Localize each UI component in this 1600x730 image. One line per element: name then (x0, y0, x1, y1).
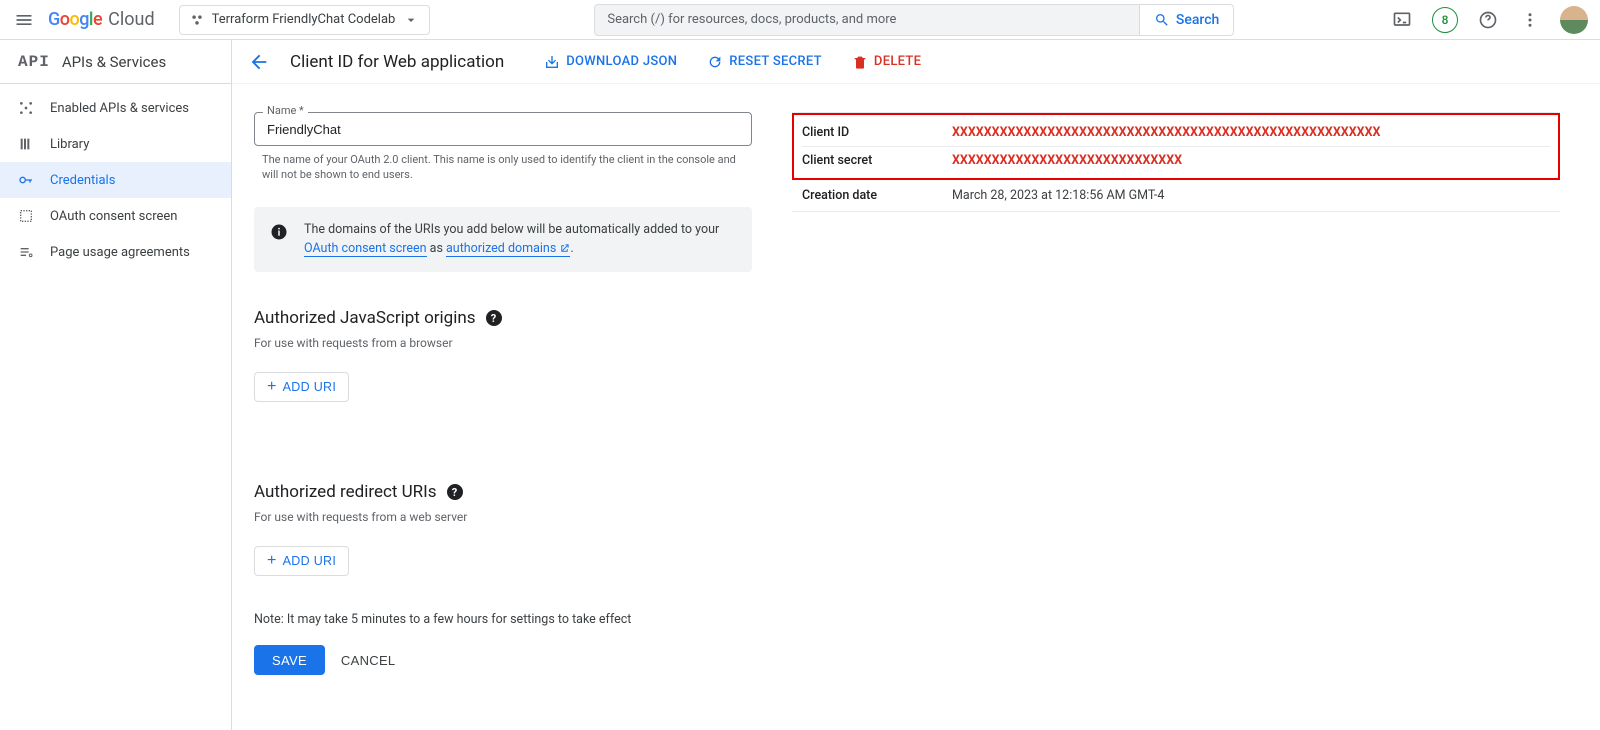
project-icon (190, 13, 204, 27)
save-button[interactable]: SAVE (254, 645, 325, 675)
search-input[interactable]: Search (/) for resources, docs, products… (594, 4, 1139, 36)
notification-count: 8 (1442, 13, 1449, 27)
oauth-consent-link[interactable]: OAuth consent screen (304, 241, 427, 257)
add-uri-button-js-origins[interactable]: + ADD URI (254, 372, 349, 402)
credentials-icon (18, 172, 34, 188)
client-id-row: Client ID XXXXXXXXXXXXXXXXXXXXXXXXXXXXXX… (802, 119, 1550, 146)
sidebar-item-label: Library (50, 137, 89, 152)
credentials-highlight-box: Client ID XXXXXXXXXXXXXXXXXXXXXXXXXXXXXX… (792, 113, 1560, 180)
logo-cloud-text: Cloud (108, 9, 154, 30)
add-uri-button-redirect[interactable]: + ADD URI (254, 546, 349, 576)
help-icon[interactable]: ? (447, 484, 463, 500)
main-content: Client ID for Web application DOWNLOAD J… (232, 40, 1600, 730)
page-usage-icon (18, 244, 34, 260)
client-secret-value: XXXXXXXXXXXXXXXXXXXXXXXXXXXXX (952, 153, 1550, 168)
search-button[interactable]: Search (1139, 4, 1234, 36)
help-icon[interactable] (1476, 8, 1500, 32)
name-helper-text: The name of your OAuth 2.0 client. This … (254, 152, 752, 183)
back-button[interactable] (248, 51, 270, 73)
redirect-uris-subtitle: For use with requests from a web server (254, 510, 752, 524)
sidebar-item-enabled-apis[interactable]: Enabled APIs & services (0, 90, 231, 126)
cancel-button[interactable]: CANCEL (341, 653, 396, 668)
arrow-left-icon (248, 51, 270, 73)
oauth-consent-icon (18, 208, 34, 224)
download-json-button[interactable]: DOWNLOAD JSON (544, 54, 677, 70)
js-origins-section-title: Authorized JavaScript origins ? (254, 308, 752, 328)
search-icon (1154, 12, 1170, 28)
project-picker[interactable]: Terraform FriendlyChat Codelab (179, 5, 431, 35)
sidebar-item-label: Credentials (50, 173, 115, 188)
sidebar-item-label: OAuth consent screen (50, 209, 177, 224)
delete-label: DELETE (874, 54, 921, 69)
client-secret-row: Client secret XXXXXXXXXXXXXXXXXXXXXXXXXX… (802, 146, 1550, 174)
more-vert-icon[interactable] (1518, 8, 1542, 32)
google-cloud-logo[interactable]: Google Cloud (48, 9, 155, 30)
download-icon (544, 54, 560, 70)
sidebar-item-credentials[interactable]: Credentials (0, 162, 231, 198)
client-secret-label: Client secret (802, 153, 952, 168)
search-placeholder: Search (/) for resources, docs, products… (607, 12, 896, 27)
name-field-wrap: Name * (254, 112, 752, 146)
sidebar: API APIs & Services Enabled APIs & servi… (0, 40, 232, 730)
help-icon[interactable]: ? (486, 310, 502, 326)
search-button-label: Search (1176, 12, 1219, 28)
js-origins-subtitle: For use with requests from a browser (254, 336, 752, 350)
project-name: Terraform FriendlyChat Codelab (212, 12, 396, 27)
creation-date-row: Creation date March 28, 2023 at 12:18:56… (792, 180, 1560, 211)
sidebar-item-oauth-consent[interactable]: OAuth consent screen (0, 198, 231, 234)
hamburger-menu-icon[interactable] (12, 8, 36, 32)
domains-infobox: The domains of the URIs you add below wi… (254, 207, 752, 273)
plus-icon: + (267, 553, 277, 569)
sidebar-item-page-usage[interactable]: Page usage agreements (0, 234, 231, 270)
page-header: Client ID for Web application DOWNLOAD J… (232, 40, 1600, 84)
delete-button[interactable]: DELETE (852, 54, 921, 70)
sidebar-item-library[interactable]: Library (0, 126, 231, 162)
name-field-label: Name * (263, 104, 308, 117)
add-uri-label: ADD URI (283, 554, 337, 568)
client-id-label: Client ID (802, 125, 952, 140)
chevron-down-icon (403, 12, 419, 28)
redirect-uris-section-title: Authorized redirect URIs ? (254, 482, 752, 502)
plus-icon: + (267, 379, 277, 395)
authorized-domains-link[interactable]: authorized domains (446, 241, 570, 257)
info-icon (270, 223, 288, 241)
sidebar-item-label: Page usage agreements (50, 245, 190, 260)
creation-date-label: Creation date (802, 188, 952, 203)
reset-secret-label: RESET SECRET (729, 54, 822, 69)
client-id-value: XXXXXXXXXXXXXXXXXXXXXXXXXXXXXXXXXXXXXXXX… (952, 125, 1550, 140)
external-link-icon (559, 243, 570, 254)
trash-icon (852, 54, 868, 70)
creation-date-value: March 28, 2023 at 12:18:56 AM GMT-4 (952, 188, 1550, 203)
page-title: Client ID for Web application (290, 52, 504, 72)
api-logo-icon: API (18, 53, 50, 71)
reset-secret-button[interactable]: RESET SECRET (707, 54, 822, 70)
library-icon (18, 136, 34, 152)
enabled-apis-icon (18, 100, 34, 116)
reset-icon (707, 54, 723, 70)
topbar: Google Cloud Terraform FriendlyChat Code… (0, 0, 1600, 40)
sidebar-header[interactable]: API APIs & Services (0, 40, 231, 84)
infobox-text: The domains of the URIs you add below wi… (304, 221, 736, 259)
sidebar-section-title: APIs & Services (62, 53, 166, 71)
cloud-shell-icon[interactable] (1390, 8, 1414, 32)
sidebar-item-label: Enabled APIs & services (50, 101, 189, 116)
name-input[interactable] (267, 122, 739, 137)
user-avatar[interactable] (1560, 6, 1588, 34)
settings-note: Note: It may take 5 minutes to a few hou… (254, 612, 752, 627)
notification-badge[interactable]: 8 (1432, 7, 1458, 33)
download-json-label: DOWNLOAD JSON (566, 54, 677, 69)
search-wrap: Search (/) for resources, docs, products… (594, 4, 1234, 36)
add-uri-label: ADD URI (283, 380, 337, 394)
